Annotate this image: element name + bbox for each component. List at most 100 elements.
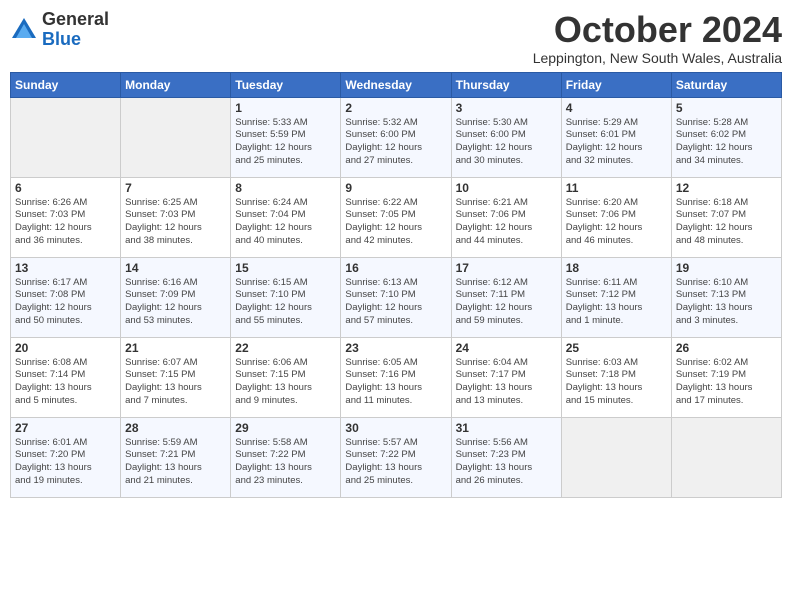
day-number: 4	[566, 101, 667, 115]
day-number: 16	[345, 261, 446, 275]
calendar-cell: 30 Sunrise: 5:57 AM Sunset: 7:22 PM Dayli…	[341, 417, 451, 497]
day-number: 14	[125, 261, 226, 275]
day-info: Sunrise: 6:12 AM Sunset: 7:11 PM Dayligh…	[456, 277, 557, 328]
calendar-cell: 10 Sunrise: 6:21 AM Sunset: 7:06 PM Dayli…	[451, 177, 561, 257]
calendar-cell: 14 Sunrise: 6:16 AM Sunset: 7:09 PM Dayli…	[121, 257, 231, 337]
day-info: Sunrise: 5:59 AM Sunset: 7:21 PM Dayligh…	[125, 437, 226, 488]
day-number: 8	[235, 181, 336, 195]
calendar-cell	[561, 417, 671, 497]
day-number: 20	[15, 341, 116, 355]
day-number: 28	[125, 421, 226, 435]
calendar-cell: 7Sunrise: 6:25 AM Sunset: 7:03 PM Daylig…	[121, 177, 231, 257]
day-number: 30	[345, 421, 446, 435]
calendar-cell: 22 Sunrise: 6:06 AM Sunset: 7:15 PM Dayli…	[231, 337, 341, 417]
calendar-cell	[11, 97, 121, 177]
calendar-cell: 11 Sunrise: 6:20 AM Sunset: 7:06 PM Dayli…	[561, 177, 671, 257]
day-number: 5	[676, 101, 777, 115]
day-info: Sunrise: 6:03 AM Sunset: 7:18 PM Dayligh…	[566, 357, 667, 408]
logo-icon	[10, 16, 38, 44]
month-title: October 2024	[533, 10, 782, 50]
day-number: 9	[345, 181, 446, 195]
week-row-4: 20 Sunrise: 6:08 AM Sunset: 7:14 PM Dayli…	[11, 337, 782, 417]
day-number: 22	[235, 341, 336, 355]
day-info: Sunrise: 6:10 AM Sunset: 7:13 PM Dayligh…	[676, 277, 777, 328]
week-row-5: 27 Sunrise: 6:01 AM Sunset: 7:20 PM Dayli…	[11, 417, 782, 497]
logo: General Blue	[10, 10, 109, 50]
day-number: 13	[15, 261, 116, 275]
weekday-header-saturday: Saturday	[671, 72, 781, 97]
weekday-header-sunday: Sunday	[11, 72, 121, 97]
weekday-header-monday: Monday	[121, 72, 231, 97]
day-number: 12	[676, 181, 777, 195]
calendar-cell	[671, 417, 781, 497]
day-info: Sunrise: 6:24 AM Sunset: 7:04 PM Dayligh…	[235, 197, 336, 248]
day-info: Sunrise: 6:01 AM Sunset: 7:20 PM Dayligh…	[15, 437, 116, 488]
day-number: 10	[456, 181, 557, 195]
calendar-cell: 27 Sunrise: 6:01 AM Sunset: 7:20 PM Dayli…	[11, 417, 121, 497]
location-text: Leppington, New South Wales, Australia	[533, 50, 782, 66]
weekday-header-friday: Friday	[561, 72, 671, 97]
calendar-cell: 9 Sunrise: 6:22 AM Sunset: 7:05 PM Daylig…	[341, 177, 451, 257]
day-number: 2	[345, 101, 446, 115]
calendar-cell: 17 Sunrise: 6:12 AM Sunset: 7:11 PM Dayli…	[451, 257, 561, 337]
calendar-cell: 28 Sunrise: 5:59 AM Sunset: 7:21 PM Dayli…	[121, 417, 231, 497]
calendar-cell: 1 Sunrise: 5:33 AM Sunset: 5:59 PM Daylig…	[231, 97, 341, 177]
day-number: 17	[456, 261, 557, 275]
day-info: Sunrise: 6:26 AM Sunset: 7:03 PM Dayligh…	[15, 197, 116, 248]
calendar-cell: 15 Sunrise: 6:15 AM Sunset: 7:10 PM Dayli…	[231, 257, 341, 337]
day-info: Sunrise: 6:22 AM Sunset: 7:05 PM Dayligh…	[345, 197, 446, 248]
day-number: 26	[676, 341, 777, 355]
calendar-cell: 8 Sunrise: 6:24 AM Sunset: 7:04 PM Daylig…	[231, 177, 341, 257]
day-number: 18	[566, 261, 667, 275]
title-block: October 2024 Leppington, New South Wales…	[533, 10, 782, 66]
day-number: 19	[676, 261, 777, 275]
week-row-3: 13Sunrise: 6:17 AM Sunset: 7:08 PM Dayli…	[11, 257, 782, 337]
day-info: Sunrise: 6:06 AM Sunset: 7:15 PM Dayligh…	[235, 357, 336, 408]
day-number: 15	[235, 261, 336, 275]
day-number: 29	[235, 421, 336, 435]
day-info: Sunrise: 6:07 AM Sunset: 7:15 PM Dayligh…	[125, 357, 226, 408]
day-number: 11	[566, 181, 667, 195]
weekday-header-row: SundayMondayTuesdayWednesdayThursdayFrid…	[11, 72, 782, 97]
day-info: Sunrise: 6:21 AM Sunset: 7:06 PM Dayligh…	[456, 197, 557, 248]
calendar-cell: 26Sunrise: 6:02 AM Sunset: 7:19 PM Dayli…	[671, 337, 781, 417]
weekday-header-wednesday: Wednesday	[341, 72, 451, 97]
day-info: Sunrise: 6:15 AM Sunset: 7:10 PM Dayligh…	[235, 277, 336, 328]
day-info: Sunrise: 6:16 AM Sunset: 7:09 PM Dayligh…	[125, 277, 226, 328]
day-info: Sunrise: 6:13 AM Sunset: 7:10 PM Dayligh…	[345, 277, 446, 328]
day-info: Sunrise: 5:57 AM Sunset: 7:22 PM Dayligh…	[345, 437, 446, 488]
calendar-cell: 4 Sunrise: 5:29 AM Sunset: 6:01 PM Daylig…	[561, 97, 671, 177]
day-info: Sunrise: 6:20 AM Sunset: 7:06 PM Dayligh…	[566, 197, 667, 248]
day-number: 7	[125, 181, 226, 195]
weekday-header-tuesday: Tuesday	[231, 72, 341, 97]
day-info: Sunrise: 6:11 AM Sunset: 7:12 PM Dayligh…	[566, 277, 667, 328]
logo-blue-text: Blue	[42, 30, 109, 50]
day-info: Sunrise: 5:33 AM Sunset: 5:59 PM Dayligh…	[235, 117, 336, 168]
day-info: Sunrise: 5:32 AM Sunset: 6:00 PM Dayligh…	[345, 117, 446, 168]
day-info: Sunrise: 5:28 AM Sunset: 6:02 PM Dayligh…	[676, 117, 777, 168]
calendar-cell: 16 Sunrise: 6:13 AM Sunset: 7:10 PM Dayli…	[341, 257, 451, 337]
day-info: Sunrise: 5:56 AM Sunset: 7:23 PM Dayligh…	[456, 437, 557, 488]
calendar-cell: 3Sunrise: 5:30 AM Sunset: 6:00 PM Daylig…	[451, 97, 561, 177]
week-row-1: 1 Sunrise: 5:33 AM Sunset: 5:59 PM Daylig…	[11, 97, 782, 177]
day-number: 3	[456, 101, 557, 115]
calendar-cell: 20 Sunrise: 6:08 AM Sunset: 7:14 PM Dayli…	[11, 337, 121, 417]
day-info: Sunrise: 6:05 AM Sunset: 7:16 PM Dayligh…	[345, 357, 446, 408]
week-row-2: 6Sunrise: 6:26 AM Sunset: 7:03 PM Daylig…	[11, 177, 782, 257]
day-number: 31	[456, 421, 557, 435]
day-info: Sunrise: 5:29 AM Sunset: 6:01 PM Dayligh…	[566, 117, 667, 168]
logo-general-text: General	[42, 10, 109, 30]
calendar-cell: 19 Sunrise: 6:10 AM Sunset: 7:13 PM Dayli…	[671, 257, 781, 337]
calendar-cell: 24Sunrise: 6:04 AM Sunset: 7:17 PM Dayli…	[451, 337, 561, 417]
day-info: Sunrise: 6:08 AM Sunset: 7:14 PM Dayligh…	[15, 357, 116, 408]
calendar-cell: 5 Sunrise: 5:28 AM Sunset: 6:02 PM Daylig…	[671, 97, 781, 177]
calendar-cell: 6Sunrise: 6:26 AM Sunset: 7:03 PM Daylig…	[11, 177, 121, 257]
day-number: 1	[235, 101, 336, 115]
calendar-cell: 31 Sunrise: 5:56 AM Sunset: 7:23 PM Dayli…	[451, 417, 561, 497]
day-number: 21	[125, 341, 226, 355]
weekday-header-thursday: Thursday	[451, 72, 561, 97]
day-number: 27	[15, 421, 116, 435]
calendar-table: SundayMondayTuesdayWednesdayThursdayFrid…	[10, 72, 782, 498]
calendar-cell: 18 Sunrise: 6:11 AM Sunset: 7:12 PM Dayli…	[561, 257, 671, 337]
day-info: Sunrise: 5:58 AM Sunset: 7:22 PM Dayligh…	[235, 437, 336, 488]
